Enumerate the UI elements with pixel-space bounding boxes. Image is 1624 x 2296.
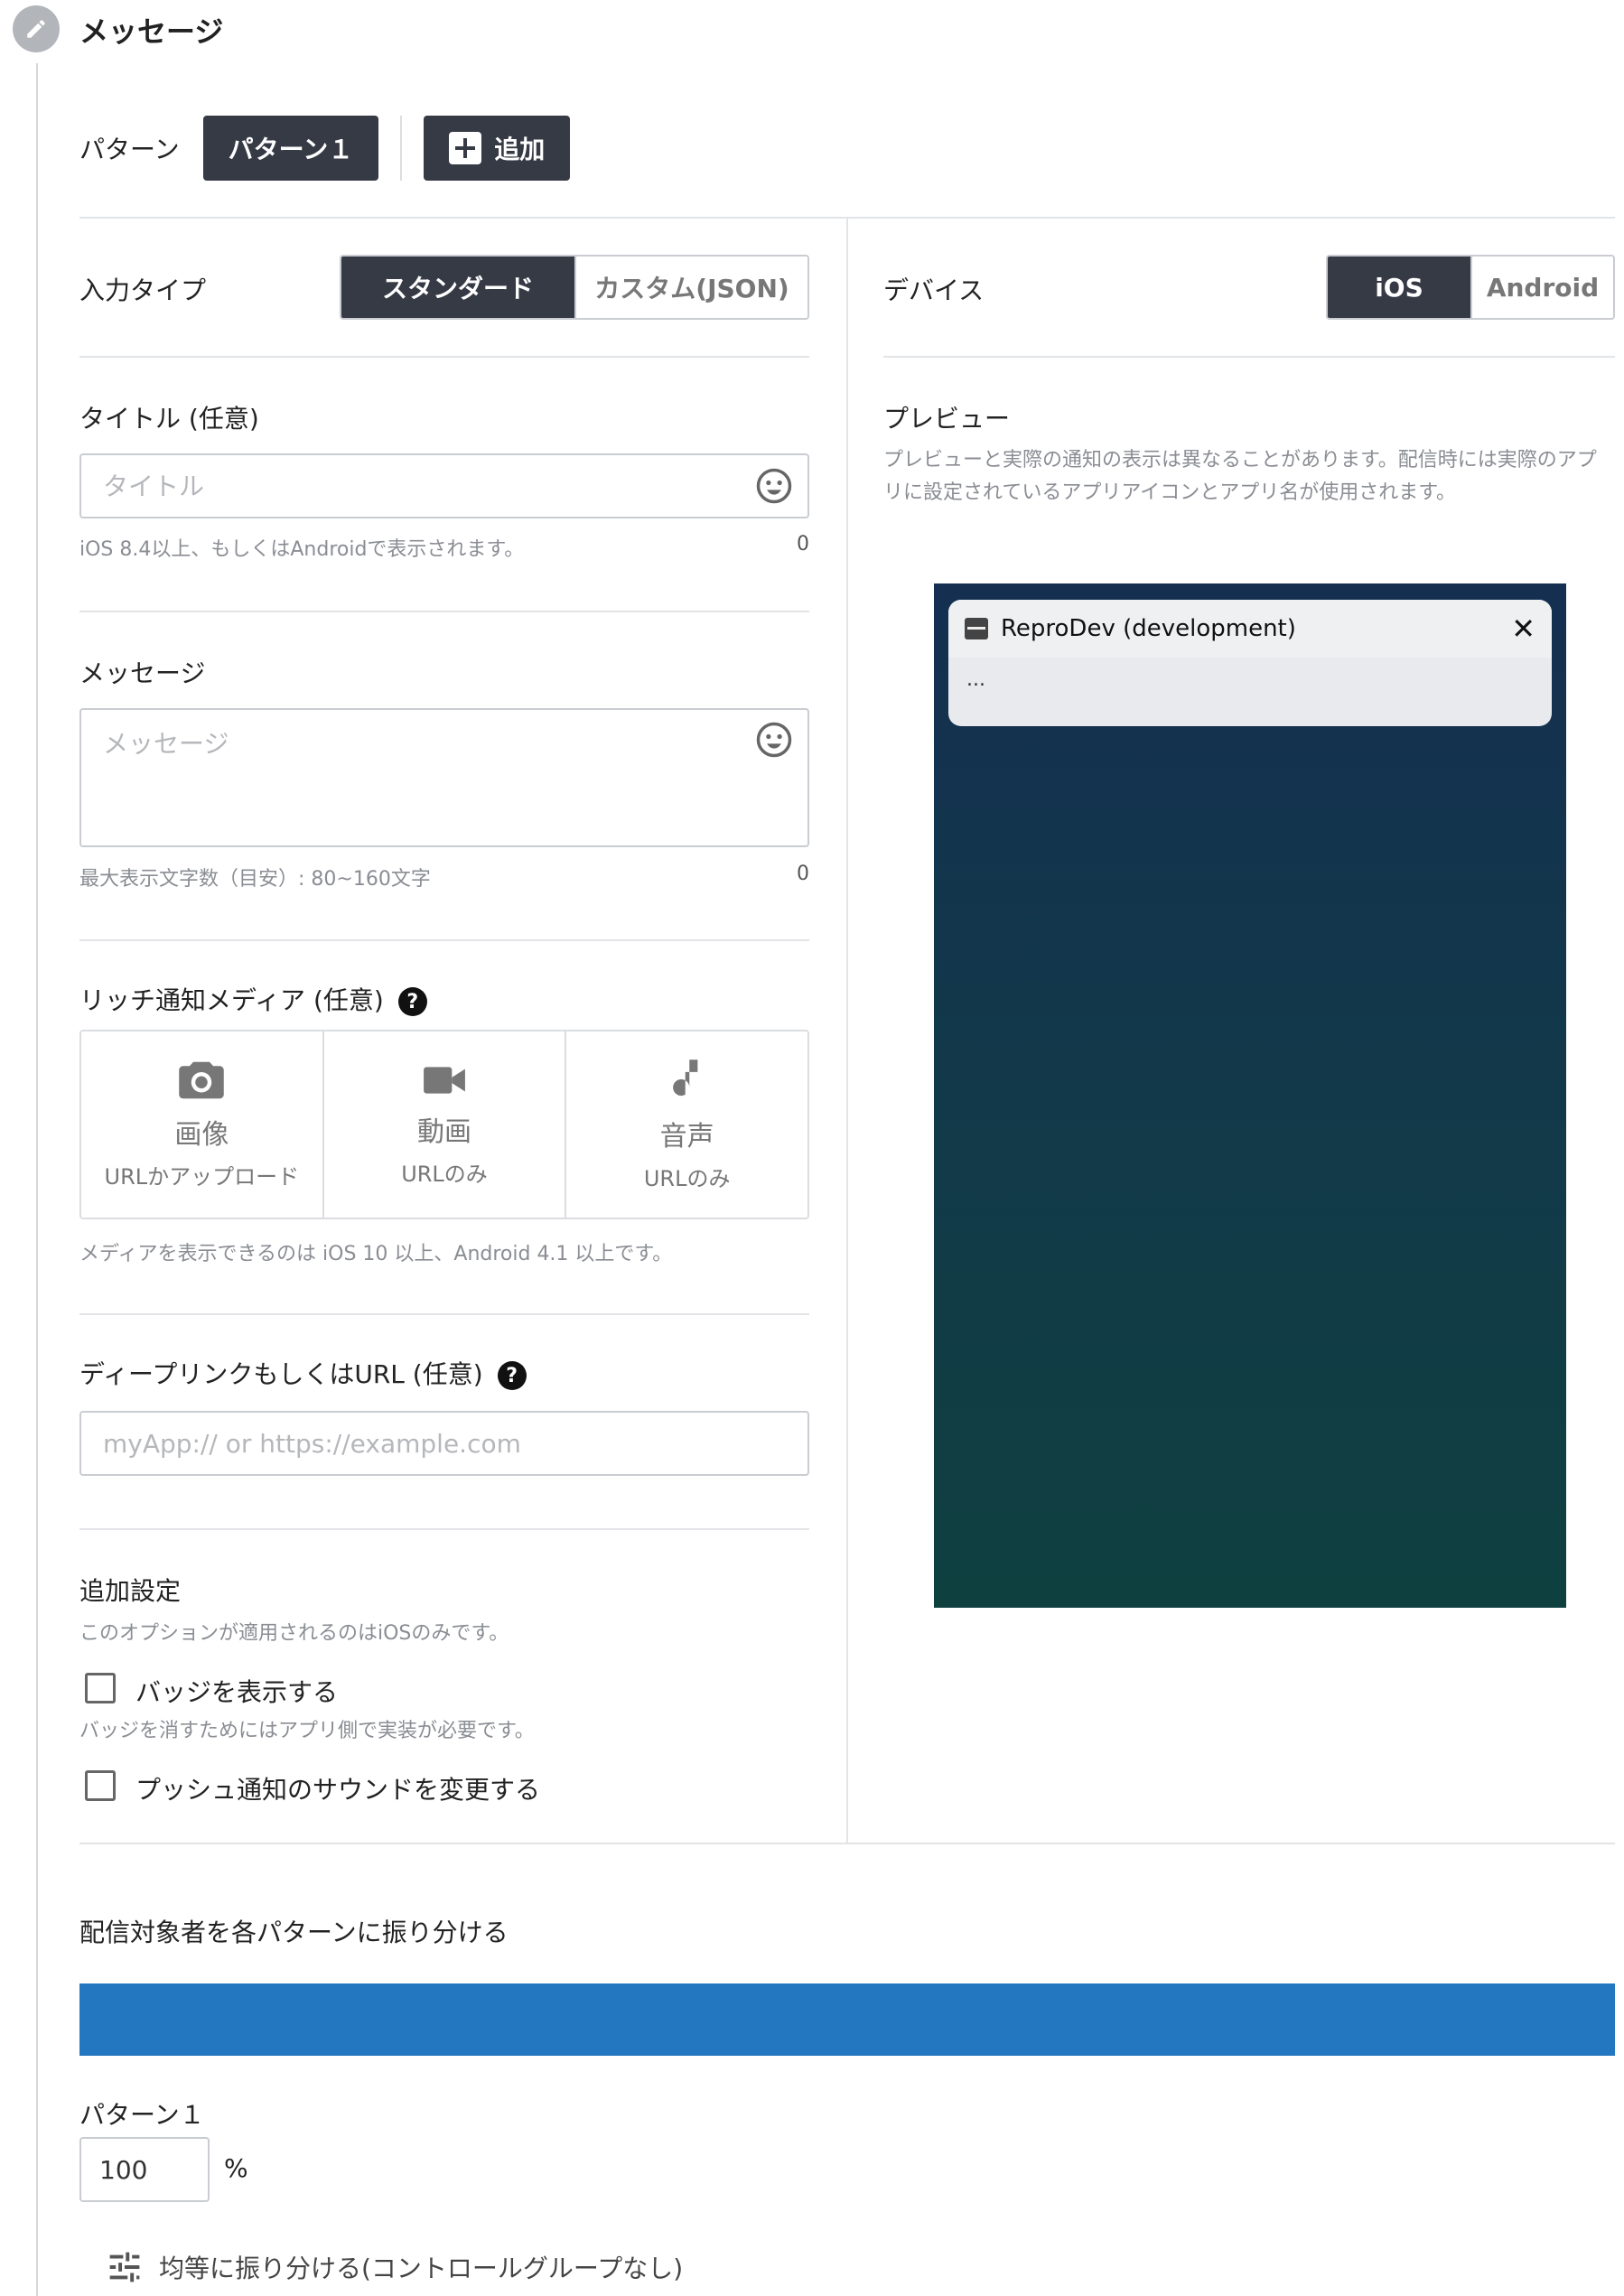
device-label: デバイス bbox=[883, 275, 985, 305]
pattern-row: パターン パターン１ 追加 bbox=[79, 116, 571, 181]
notification-body: ... bbox=[966, 668, 985, 691]
title-char-count: 0 bbox=[797, 533, 809, 555]
divider bbox=[79, 1313, 809, 1315]
column-divider bbox=[846, 219, 848, 1844]
additional-settings-hint: このオプションが適用されるのはiOSのみです。 bbox=[79, 1622, 509, 1645]
notification-header: ReproDev (development) ✕ bbox=[948, 600, 1552, 658]
phone-preview: ReproDev (development) ✕ ... bbox=[934, 583, 1566, 1608]
deeplink-label: ディープリンクもしくはURL (任意) bbox=[79, 1359, 483, 1389]
divider bbox=[79, 356, 809, 358]
message-field-label: メッセージ bbox=[79, 658, 206, 688]
media-video-sub: URLのみ bbox=[401, 1161, 488, 1187]
sound-checkbox-label[interactable]: プッシュ通知のサウンドを変更する bbox=[135, 1770, 540, 1806]
emoji-icon[interactable] bbox=[755, 721, 793, 759]
help-icon[interactable]: ? bbox=[497, 1361, 527, 1390]
divider bbox=[79, 939, 809, 941]
sound-checkbox[interactable] bbox=[85, 1770, 116, 1801]
equal-split-button[interactable]: 均等に振り分ける(コントロールグループなし) bbox=[107, 2249, 683, 2285]
device-ios[interactable]: iOS bbox=[1328, 257, 1470, 318]
media-image-sub: URLかアップロード bbox=[104, 1163, 300, 1190]
media-image-option[interactable]: 画像 URLかアップロード bbox=[81, 1031, 322, 1218]
close-icon[interactable]: ✕ bbox=[1511, 611, 1535, 646]
preview-label: プレビュー bbox=[883, 404, 1011, 434]
message-hint: 最大表示文字数（目安）: 80~160文字 bbox=[79, 868, 431, 891]
rich-media-picker: 画像 URLかアップロード 動画 URLのみ 音声 URLのみ bbox=[79, 1030, 809, 1219]
pattern-separator bbox=[400, 116, 403, 181]
percent-unit: % bbox=[224, 2153, 248, 2183]
pencil-icon bbox=[13, 5, 60, 52]
title-input[interactable] bbox=[79, 453, 809, 518]
media-audio-option[interactable]: 音声 URLのみ bbox=[565, 1031, 807, 1218]
page: メッセージ パターン パターン１ 追加 入力タイプ スタンダード カスタム(JS… bbox=[0, 0, 1624, 2296]
additional-settings-label: 追加設定 bbox=[79, 1576, 182, 1606]
message-textarea[interactable] bbox=[79, 708, 809, 847]
help-icon[interactable]: ? bbox=[397, 987, 427, 1016]
section-title: メッセージ bbox=[79, 14, 224, 49]
divider bbox=[79, 611, 809, 612]
distribution-bar[interactable] bbox=[79, 1983, 1615, 2056]
badge-checkbox[interactable] bbox=[85, 1673, 116, 1703]
timeline-rail bbox=[36, 63, 38, 2296]
plus-icon bbox=[449, 132, 482, 164]
pattern-label: パターン bbox=[79, 135, 180, 164]
pattern-1-button[interactable]: パターン１ bbox=[202, 116, 379, 181]
distribution-pattern-name: パターン１ bbox=[79, 2100, 205, 2130]
notification-app-name: ReproDev (development) bbox=[1001, 615, 1296, 642]
badge-hint: バッジを消すためにはアプリ側で実装が必要です。 bbox=[79, 1720, 535, 1742]
notification-card: ReproDev (development) ✕ ... bbox=[948, 600, 1552, 726]
deeplink-heading: ディープリンクもしくはURL (任意)? bbox=[79, 1355, 527, 1391]
preview-note: プレビューと実際の通知の表示は異なることがあります。配信時には実際のアプリに設定… bbox=[883, 449, 1597, 504]
title-hint: iOS 8.4以上、もしくはAndroidで表示されます。 bbox=[79, 538, 525, 561]
deeplink-input[interactable] bbox=[79, 1411, 809, 1476]
badge-checkbox-label[interactable]: バッジを表示する bbox=[135, 1673, 338, 1709]
divider bbox=[79, 1843, 1615, 1844]
divider bbox=[883, 356, 1615, 358]
device-android[interactable]: Android bbox=[1470, 257, 1613, 318]
music-note-icon bbox=[672, 1059, 698, 1096]
video-icon bbox=[424, 1066, 465, 1094]
device-toggle: iOS Android bbox=[1326, 255, 1615, 320]
media-audio-sub: URLのみ bbox=[643, 1165, 731, 1191]
add-pattern-button[interactable]: 追加 bbox=[424, 116, 571, 181]
input-type-standard[interactable]: スタンダード bbox=[341, 257, 574, 318]
divider bbox=[79, 1528, 809, 1530]
message-char-count: 0 bbox=[797, 863, 809, 885]
media-video-title: 動画 bbox=[417, 1115, 471, 1148]
input-type-custom-json[interactable]: カスタム(JSON) bbox=[574, 257, 807, 318]
sliders-icon bbox=[109, 2252, 140, 2282]
add-pattern-label: 追加 bbox=[494, 135, 546, 164]
input-type-label: 入力タイプ bbox=[79, 275, 207, 305]
media-audio-title: 音声 bbox=[659, 1120, 714, 1153]
emoji-icon[interactable] bbox=[755, 467, 793, 505]
equal-split-label: 均等に振り分ける(コントロールグループなし) bbox=[159, 2254, 684, 2283]
pattern-share-input[interactable] bbox=[79, 2137, 210, 2202]
rich-media-label: リッチ通知メディア (任意) bbox=[79, 985, 384, 1015]
media-image-title: 画像 bbox=[174, 1118, 229, 1151]
distribution-label: 配信対象者を各パターンに振り分ける bbox=[79, 1918, 509, 1947]
media-video-option[interactable]: 動画 URLのみ bbox=[322, 1031, 565, 1218]
rich-media-hint: メディアを表示できるのは iOS 10 以上、Android 4.1 以上です。 bbox=[79, 1243, 673, 1265]
camera-icon bbox=[179, 1061, 225, 1098]
title-field-label: タイトル (任意) bbox=[79, 404, 259, 434]
rich-media-heading: リッチ通知メディア (任意)? bbox=[79, 981, 427, 1017]
app-icon bbox=[965, 618, 988, 639]
input-type-toggle: スタンダード カスタム(JSON) bbox=[340, 255, 809, 320]
